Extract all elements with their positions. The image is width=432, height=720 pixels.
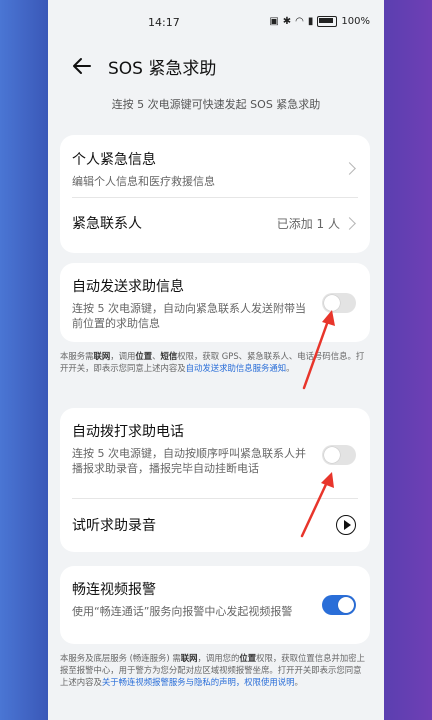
- divider: [72, 197, 358, 198]
- back-arrow-icon[interactable]: [70, 54, 94, 78]
- contacts-value: 已添加 1 人: [276, 217, 340, 231]
- note-bold: 短信: [160, 351, 178, 361]
- send-message-item: 自动发送求助信息 连按 5 次电源键，自动向紧急联系人发送附带当前位置的求助信息: [72, 276, 312, 331]
- play-icon[interactable]: [336, 515, 356, 535]
- video-alarm-item: 畅连视频报警 使用“畅连通话”服务向报警中心发起视频报警: [72, 579, 312, 619]
- note-text: 、: [152, 351, 161, 361]
- status-time: 14:17: [148, 16, 180, 29]
- video-alarm-toggle[interactable]: [322, 595, 356, 615]
- battery-text: 100%: [341, 16, 370, 27]
- auto-call-desc: 连按 5 次电源键，自动按顺序呼叫紧急联系人并播报求助录音，播报完毕自动挂断电话: [72, 447, 306, 475]
- video-alarm-note: 本服务及底层服务 (畅连服务) 需联网，调用您的位置权限，获取位置信息并加密上报…: [60, 652, 368, 688]
- status-bar: 14:17 ▣ ✱ ◠ ▮ 100%: [48, 0, 384, 42]
- auto-call-item: 自动拨打求助电话 连按 5 次电源键，自动按顺序呼叫紧急联系人并播报求助录音，播…: [72, 421, 312, 476]
- personal-info-desc: 编辑个人信息和医疗救援信息: [72, 175, 215, 188]
- send-message-card: 自动发送求助信息 连按 5 次电源键，自动向紧急联系人发送附带当前位置的求助信息: [60, 263, 370, 342]
- note-text: 本服务及底层服务 (畅连服务) 需: [60, 653, 181, 663]
- note-bold: 位置: [239, 653, 257, 663]
- toggle-knob: [338, 597, 354, 613]
- note-text: 本服务需: [60, 351, 94, 361]
- send-message-note: 本服务需联网，调用位置、短信权限，获取 GPS、紧急联系人、电话号码信息。打开开…: [60, 350, 368, 374]
- note-bold: 联网: [93, 351, 111, 361]
- personal-info-label: 个人紧急信息: [72, 152, 156, 168]
- page-subtitle: 连按 5 次电源键可快速发起 SOS 紧急求助: [111, 98, 321, 111]
- note-text: 。: [286, 363, 295, 373]
- note-text: 。: [294, 677, 303, 687]
- note-bold: 位置: [135, 351, 153, 361]
- note-text: ，调用您的: [197, 653, 240, 663]
- info-card: 个人紧急信息 编辑个人信息和医疗救援信息 紧急联系人 已添加 1 人: [60, 135, 370, 253]
- toggle-knob: [324, 295, 340, 311]
- service-notice-link[interactable]: 自动发送求助信息服务通知: [186, 363, 287, 373]
- video-alarm-desc: 使用“畅连通话”服务向报警中心发起视频报警: [72, 605, 293, 618]
- divider: [72, 498, 358, 499]
- auto-call-toggle[interactable]: [322, 445, 356, 465]
- video-alarm-card: 畅连视频报警 使用“畅连通话”服务向报警中心发起视频报警: [60, 566, 370, 644]
- wifi-icon: ◠: [295, 16, 304, 27]
- header: SOS 紧急求助: [48, 48, 384, 84]
- privacy-statement-link[interactable]: 关于畅连视频报警服务与隐私的声明，权限使用说明: [102, 677, 295, 687]
- phone-screen: 14:17 ▣ ✱ ◠ ▮ 100% SOS 紧急求助 连按 5 次电源键可快速…: [48, 0, 384, 720]
- battery-icon: [317, 16, 338, 27]
- listen-recording-item[interactable]: 试听求助录音: [72, 515, 356, 535]
- note-bold: 联网: [180, 653, 198, 663]
- contacts-label: 紧急联系人: [72, 216, 142, 232]
- send-message-toggle[interactable]: [322, 293, 356, 313]
- personal-info-item[interactable]: 个人紧急信息 编辑个人信息和医疗救援信息: [72, 149, 356, 189]
- auto-call-label: 自动拨打求助电话: [72, 424, 184, 440]
- bluetooth-icon: ✱: [282, 16, 292, 27]
- note-text: ，调用: [110, 351, 136, 361]
- page-title: SOS 紧急求助: [108, 59, 217, 79]
- auto-call-card: 自动拨打求助电话 连按 5 次电源键，自动按顺序呼叫紧急联系人并播报求助录音，播…: [60, 408, 370, 552]
- video-alarm-label: 畅连视频报警: [72, 582, 156, 598]
- signal-icon: ▮: [307, 16, 314, 27]
- toggle-knob: [324, 447, 340, 463]
- send-message-label: 自动发送求助信息: [72, 279, 184, 295]
- status-icons: ▣ ✱ ◠ ▮ 100%: [269, 16, 370, 27]
- listen-recording-label: 试听求助录音: [72, 518, 156, 534]
- send-message-desc: 连按 5 次电源键，自动向紧急联系人发送附带当前位置的求助信息: [72, 302, 306, 330]
- nfc-icon: ▣: [269, 16, 279, 27]
